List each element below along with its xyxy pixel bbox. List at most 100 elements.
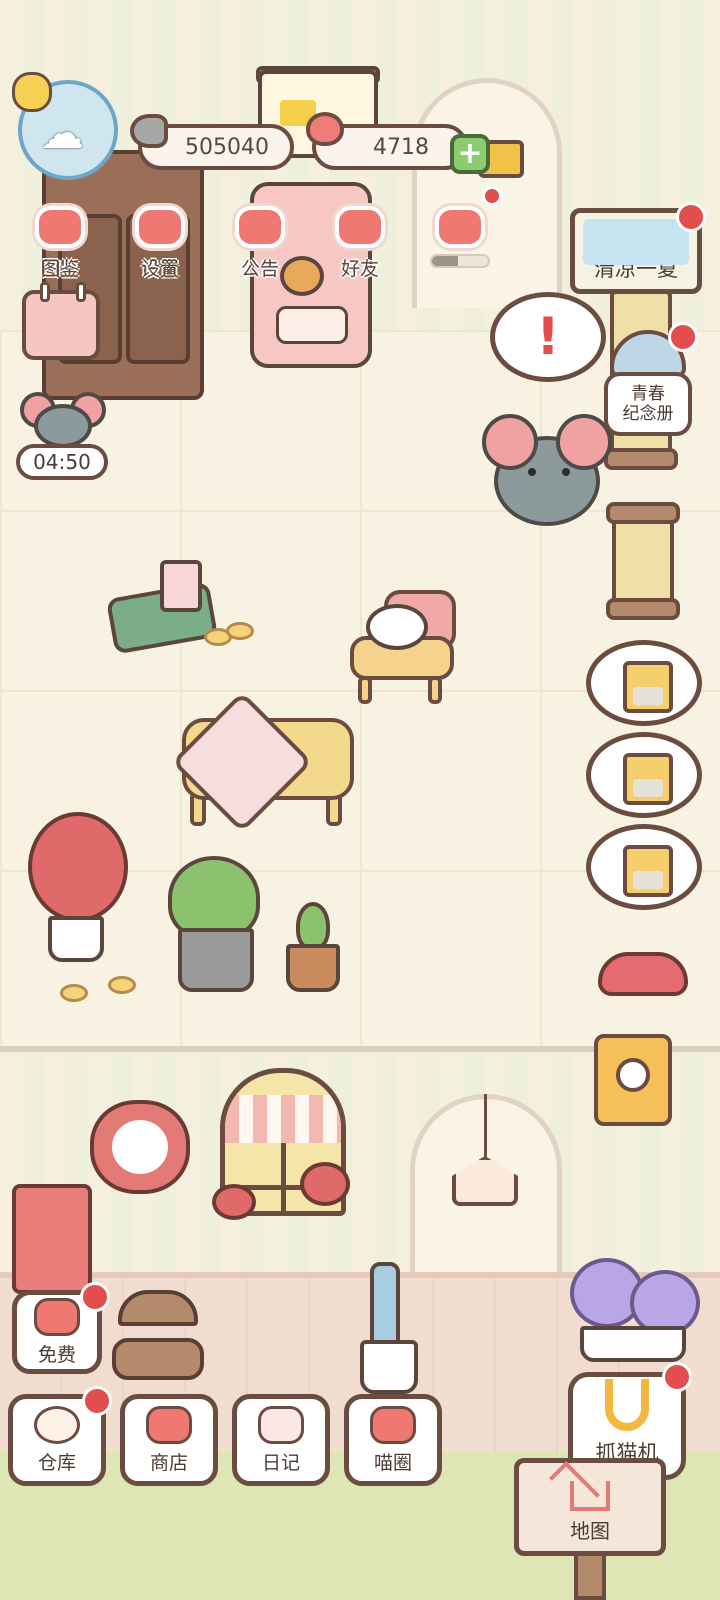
youth-label-line1: 青春 (631, 384, 665, 404)
cat-book-icon (35, 206, 85, 248)
add-hearts-button[interactable]: + (450, 134, 490, 174)
map-label: 地图 (570, 1518, 610, 1543)
heart-icon (306, 112, 344, 146)
gear-icon (135, 206, 185, 248)
gift-icon (235, 206, 285, 248)
notification-dot (676, 202, 706, 232)
star-badge-icon (12, 72, 52, 112)
scratch-post-upper-base (604, 448, 678, 470)
hydrangea-pot[interactable] (580, 1326, 686, 1362)
top-menu-catalog[interactable]: 图鉴 (18, 206, 102, 284)
fish-currency-value: 505040 (185, 134, 269, 160)
window-bar (281, 1143, 286, 1211)
grumpy-mouse-eye (562, 468, 570, 476)
bottom-menu-cat-circle[interactable]: 喵圈 (344, 1394, 442, 1486)
diary-icon (258, 1405, 304, 1444)
timer-mouse-icon (34, 404, 92, 448)
avatar-cat-icon: ☁ (40, 108, 84, 159)
bottom-menu-label: 日记 (261, 1451, 300, 1474)
wall-phone[interactable] (594, 1034, 672, 1126)
umbrella-stand[interactable] (360, 1340, 418, 1394)
wooden-chair-back (118, 1290, 198, 1326)
claw-icon (605, 1379, 649, 1431)
mouse-timer[interactable]: 04:50 (16, 444, 108, 480)
cactus-pot[interactable] (286, 944, 340, 992)
free-label: 免费 (37, 1343, 76, 1366)
top-menu-announcement[interactable]: 公告 (218, 206, 302, 284)
food-bubble[interactable] (586, 640, 702, 726)
grumpy-mouse-ear-left (482, 414, 538, 470)
wooden-chair[interactable] (112, 1290, 204, 1396)
cat-food-bag-icon (623, 661, 673, 713)
hearts-icon (435, 206, 485, 248)
cat-food-bag-icon (623, 845, 673, 897)
food-bubble[interactable] (586, 824, 702, 910)
wooden-chair-seat (112, 1338, 204, 1380)
calendar-ring (76, 282, 86, 302)
hearts-progress-bar (430, 254, 490, 268)
notification-dot (662, 1362, 692, 1392)
sleeping-white-cat[interactable] (366, 604, 428, 650)
summer-beach-icon (583, 219, 689, 265)
window-flowers (212, 1184, 256, 1220)
pencil-cup[interactable] (160, 560, 202, 612)
food-bowl[interactable] (598, 952, 688, 996)
map-sign-post (574, 1552, 606, 1600)
plus-icon: + (457, 136, 483, 171)
youth-label-line2: 纪念册 (622, 404, 674, 424)
top-menu-settings[interactable]: 设置 (118, 206, 202, 284)
cat-food-bag-icon (623, 753, 673, 805)
chair-leg (358, 676, 372, 704)
map-button[interactable]: 地图 (514, 1458, 666, 1556)
gold-coin (226, 622, 254, 640)
notification-dot (482, 186, 502, 206)
cat-planet-icon (370, 1405, 416, 1444)
cat-face-icon (112, 1120, 168, 1174)
red-fridge[interactable] (12, 1184, 92, 1294)
food-bubble[interactable] (586, 732, 702, 818)
bottom-menu-shop[interactable]: 商店 (120, 1394, 218, 1486)
calendar-ring (40, 282, 50, 302)
notification-dot (668, 322, 698, 352)
chair-leg (428, 676, 442, 704)
top-menu-friends[interactable]: 好友 (318, 206, 402, 284)
bottom-menu-diary[interactable]: 日记 (232, 1394, 330, 1486)
calendar-button[interactable] (22, 282, 100, 360)
gold-coin (108, 976, 136, 994)
top-menu-label: 设置 (140, 258, 179, 280)
alert-icon: ! (536, 307, 560, 367)
plum-pot (48, 916, 104, 962)
storage-icon (34, 1405, 80, 1444)
window-awning (225, 1095, 341, 1143)
bottom-menu-label: 商店 (149, 1451, 188, 1474)
gold-coin (60, 984, 88, 1002)
heart-face-icon (34, 1297, 80, 1336)
timer-value: 04:50 (33, 450, 91, 474)
hearts-progress-fill (432, 256, 458, 266)
house-icon (549, 1460, 610, 1512)
plum-wall-decoration[interactable] (90, 1100, 190, 1194)
plum-blossom-tree[interactable] (28, 812, 128, 922)
phone-dial (616, 1058, 650, 1092)
fish-icon (130, 114, 168, 148)
lamp-wire (484, 1094, 487, 1158)
bottom-menu-label: 喵圈 (373, 1451, 412, 1474)
bottom-menu-label: 仓库 (37, 1451, 76, 1474)
friends-icon (335, 206, 385, 248)
alert-bubble[interactable]: ! (490, 292, 606, 382)
cart-panel (276, 306, 348, 344)
heart-currency-value: 4718 (373, 134, 429, 160)
top-menu-label: 公告 (240, 258, 279, 280)
big-plant-pot[interactable] (178, 928, 254, 992)
notification-dot (82, 1386, 112, 1416)
top-menu-label: 图鉴 (40, 258, 79, 280)
youth-album-button[interactable]: 青春 纪念册 (604, 372, 692, 436)
grumpy-mouse-eye (528, 468, 536, 476)
cactus (296, 902, 330, 950)
scratch-post-lower-top (606, 502, 680, 524)
shop-icon (146, 1405, 192, 1444)
top-menu-hearts[interactable] (418, 206, 502, 284)
scratch-post-lower-base (606, 598, 680, 620)
window-flowers (300, 1162, 350, 1206)
notification-dot (80, 1282, 110, 1312)
